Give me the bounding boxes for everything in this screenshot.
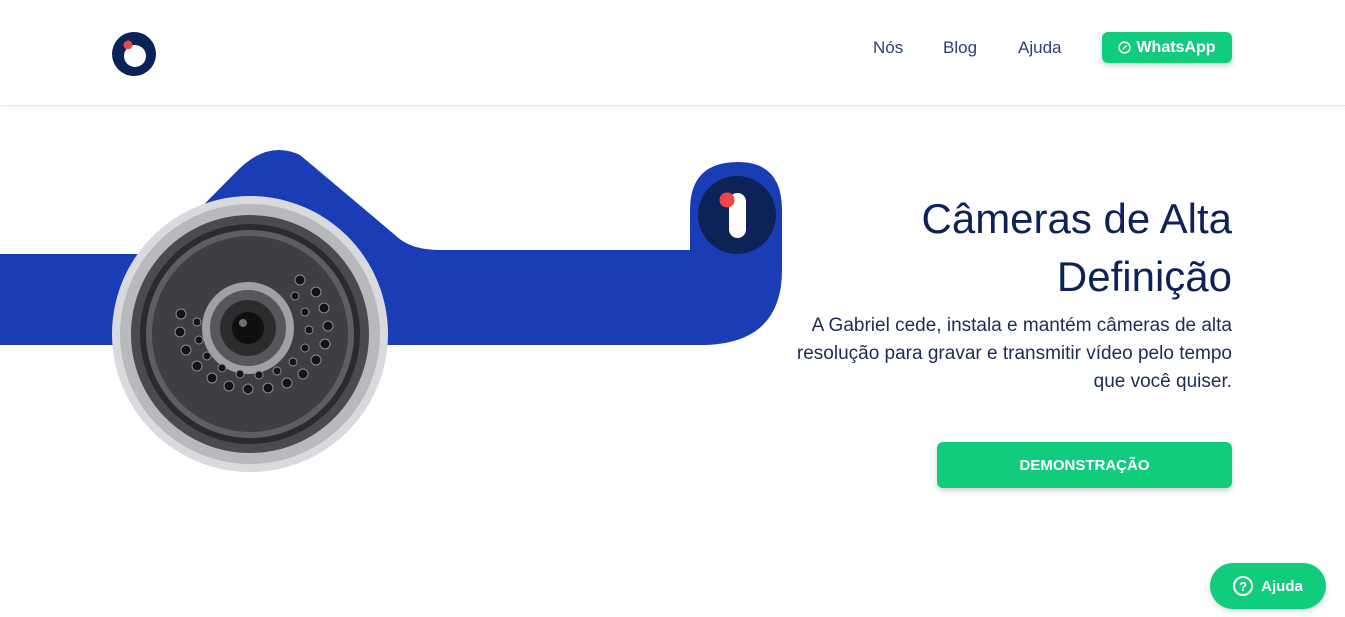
hero-title-line1: Câmeras de Alta xyxy=(921,195,1233,242)
ribbon-logo-icon xyxy=(698,176,776,254)
whatsapp-button[interactable]: WhatsApp xyxy=(1102,32,1232,63)
nav-link-ajuda[interactable]: Ajuda xyxy=(1018,38,1061,58)
help-chat-button[interactable]: ? Ajuda xyxy=(1210,563,1326,609)
hero-description: A Gabriel cede, instala e mantém câmeras… xyxy=(796,315,1232,392)
nav-link-nos[interactable]: Nós xyxy=(873,38,903,58)
demo-button[interactable]: DEMONSTRAÇÃO xyxy=(937,442,1232,488)
hero-title-line2: Definição xyxy=(1056,253,1232,300)
whatsapp-icon xyxy=(1118,41,1132,54)
question-icon: ? xyxy=(1233,576,1254,596)
brand-logo-icon[interactable] xyxy=(112,32,156,76)
hero-illustration xyxy=(0,150,782,472)
whatsapp-label: WhatsApp xyxy=(1136,38,1216,56)
help-label: Ajuda xyxy=(1261,577,1303,595)
security-camera-image xyxy=(112,196,388,472)
nav-link-blog[interactable]: Blog xyxy=(943,38,977,58)
site-header: Nós Blog Ajuda WhatsApp xyxy=(0,0,1345,106)
hero-title: Câmeras de Alta Definição xyxy=(792,190,1233,306)
